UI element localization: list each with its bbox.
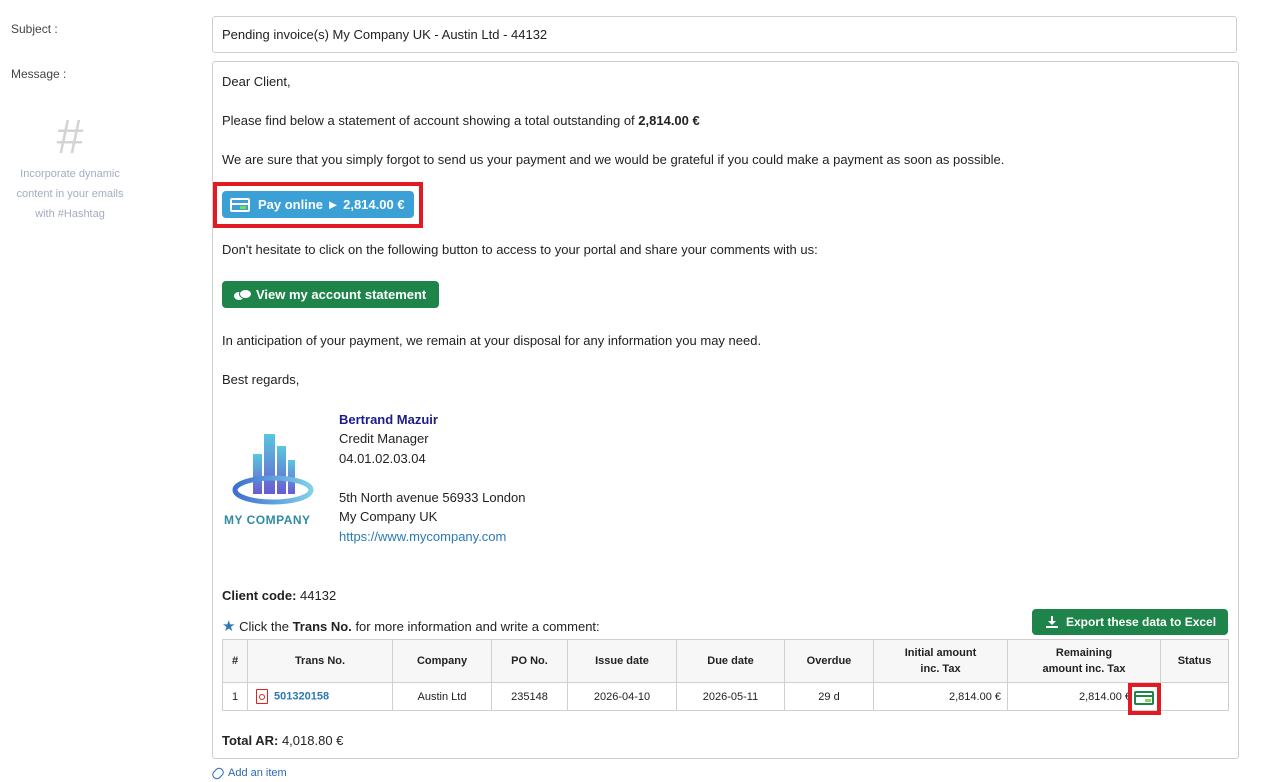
- view-account-statement-label: View my account statement: [256, 287, 427, 302]
- row-company: Austin Ltd: [392, 682, 492, 711]
- export-excel-label: Export these data to Excel: [1066, 615, 1217, 629]
- signature-address: 5th North avenue 56933 London: [339, 490, 526, 505]
- header-overdue[interactable]: Overdue: [784, 639, 874, 683]
- regards-text: Best regards,: [222, 372, 300, 387]
- view-account-statement-button[interactable]: View my account statement: [222, 281, 439, 308]
- instruction-line: ★ Click the Trans No. for more informati…: [222, 617, 600, 635]
- pay-online-label: Pay online ► 2,814.00 €: [258, 197, 405, 212]
- signature-website-link[interactable]: https://www.mycompany.com: [339, 529, 506, 544]
- table-header-row: # Trans No. Company PO No. Issue date Du…: [222, 639, 1229, 683]
- hashtag-helper[interactable]: # Incorporate dynamic content in your em…: [10, 112, 130, 224]
- header-initial-amount-line2: inc. Tax: [920, 663, 961, 675]
- header-trans-no[interactable]: Trans No.: [247, 639, 393, 683]
- greeting-text: Dear Client,: [222, 74, 291, 89]
- message-label: Message :: [11, 67, 67, 81]
- chat-bubbles-icon: [234, 289, 252, 300]
- row-initial-amount: 2,814.00 €: [873, 682, 1008, 711]
- row-overdue: 29 d: [784, 682, 874, 711]
- add-item-label: Add an item: [228, 767, 287, 779]
- total-ar-line: Total AR: 4,018.80 €: [222, 733, 343, 748]
- row-po-no: 235148: [491, 682, 568, 711]
- hashtag-line-1: Incorporate dynamic: [20, 168, 120, 180]
- credit-card-icon: [230, 197, 250, 212]
- trans-no-link[interactable]: 501320158: [274, 690, 329, 702]
- total-outstanding: 2,814.00 €: [638, 113, 700, 128]
- row-num: 1: [222, 682, 248, 711]
- client-code-label: Client code:: [222, 588, 297, 603]
- header-remaining-amount-line1: Remaining: [1055, 647, 1113, 659]
- add-item-link[interactable]: Add an item: [210, 765, 287, 781]
- subject-label: Subject :: [11, 22, 58, 36]
- invoice-table: # Trans No. Company PO No. Issue date Du…: [222, 639, 1229, 711]
- export-excel-button[interactable]: Export these data to Excel: [1032, 609, 1228, 635]
- total-ar-label: Total AR:: [222, 733, 279, 748]
- anticipation-paragraph: In anticipation of your payment, we rema…: [222, 333, 762, 348]
- row-trans-no-cell: 501320158: [247, 682, 393, 711]
- hashtag-line-2: content in your emails: [16, 188, 124, 200]
- client-code-line: Client code: 44132: [222, 588, 336, 603]
- header-initial-amount-line1: Initial amount: [904, 647, 977, 659]
- table-row: 1 501320158 Austin Ltd 235148 2026-04-10…: [222, 682, 1229, 711]
- statement-paragraph: Please find below a statement of account…: [222, 113, 700, 128]
- header-num: #: [222, 639, 248, 683]
- instruction-prefix: Click the: [239, 619, 289, 634]
- hashtag-line-3: with #Hashtag: [35, 208, 105, 220]
- header-initial-amount[interactable]: Initial amount inc. Tax: [873, 639, 1008, 683]
- logo-wordmark: MY COMPANY: [224, 513, 311, 527]
- pay-online-button[interactable]: Pay online ► 2,814.00 €: [222, 191, 414, 218]
- header-po-no[interactable]: PO No.: [491, 639, 568, 683]
- row-status: [1160, 682, 1229, 711]
- total-ar-value: 4,018.80 €: [281, 733, 344, 748]
- row-issue-date: 2026-04-10: [567, 682, 677, 711]
- header-remaining-amount-line2: amount inc. Tax: [1042, 663, 1126, 675]
- star-icon: ★: [222, 618, 236, 635]
- header-due-date[interactable]: Due date: [676, 639, 785, 683]
- signature-company: My Company UK: [339, 509, 438, 524]
- client-code-value: 44132: [300, 588, 337, 603]
- download-icon: [1046, 616, 1058, 628]
- signature-role: Credit Manager: [339, 431, 429, 446]
- row-due-date: 2026-05-11: [676, 682, 785, 711]
- header-remaining-amount[interactable]: Remaining amount inc. Tax: [1007, 639, 1161, 683]
- instruction-suffix: for more information and write a comment…: [355, 619, 600, 634]
- instruction-bold: Trans No.: [292, 619, 352, 634]
- portal-paragraph: Don't hesitate to click on the following…: [222, 242, 818, 257]
- header-issue-date[interactable]: Issue date: [567, 639, 677, 683]
- subject-input[interactable]: Pending invoice(s) My Company UK - Austi…: [212, 16, 1237, 53]
- hashtag-icon: #: [56, 111, 84, 164]
- pdf-icon[interactable]: [256, 689, 268, 704]
- forgot-paragraph: We are sure that you simply forgot to se…: [222, 152, 1005, 167]
- signature-name: Bertrand Mazuir: [339, 412, 438, 427]
- paperclip-icon: [210, 765, 226, 781]
- header-company[interactable]: Company: [392, 639, 492, 683]
- signature-phone: 04.01.02.03.04: [339, 451, 426, 466]
- statement-text: Please find below a statement of account…: [222, 113, 635, 128]
- header-status[interactable]: Status: [1160, 639, 1229, 683]
- row-pay-card-icon[interactable]: [1134, 691, 1154, 705]
